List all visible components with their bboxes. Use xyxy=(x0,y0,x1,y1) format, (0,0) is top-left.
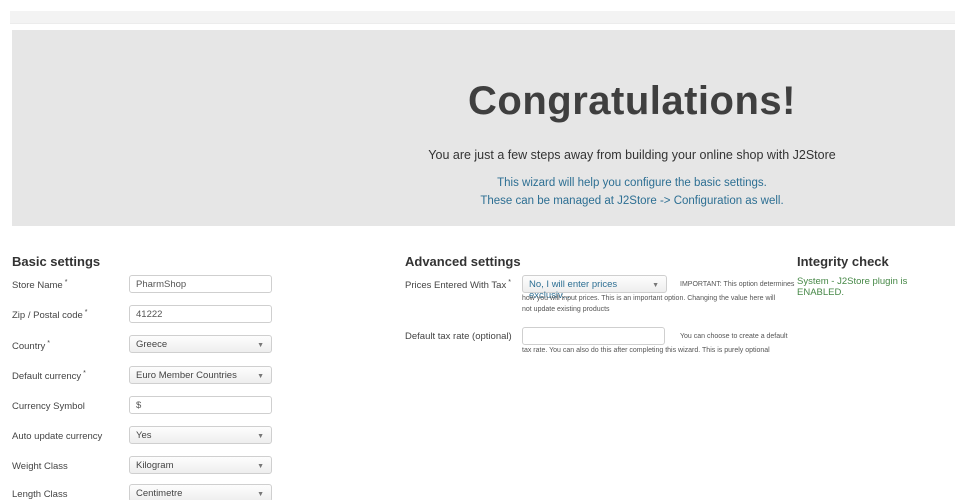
integrity-status: System - J2Store plugin is ENABLED. xyxy=(797,276,908,298)
auto-update-currency-select[interactable]: Yes ▼ xyxy=(129,426,272,444)
zip-input[interactable]: 41222 xyxy=(129,305,272,323)
weight-class-select[interactable]: Kilogram ▼ xyxy=(129,456,272,474)
basic-settings-heading: Basic settings xyxy=(12,254,101,269)
tax-rate-note-2: tax rate. You can also do this after com… xyxy=(522,347,770,354)
default-currency-label: Default currency * xyxy=(12,370,86,383)
hero-help-line-1: This wizard will help you configure the … xyxy=(497,177,767,189)
weight-class-label: Weight Class xyxy=(12,461,68,472)
prices-tax-note-2: how you will input prices. This is an im… xyxy=(522,295,776,302)
auto-update-currency-label: Auto update currency xyxy=(12,431,103,442)
currency-symbol-label: Currency Symbol xyxy=(12,401,85,412)
hero-help-line-2: These can be managed at J2Store -> Confi… xyxy=(480,195,784,207)
tax-rate-note-1: You can choose to create a default xyxy=(680,333,788,340)
chevron-down-icon: ▼ xyxy=(652,282,659,289)
prices-with-tax-label: Prices Entered With Tax * xyxy=(405,279,511,292)
chevron-down-icon: ▼ xyxy=(257,463,264,470)
prices-tax-note-1: IMPORTANT: This option determines xyxy=(680,281,795,288)
currency-symbol-input[interactable]: $ xyxy=(129,396,272,414)
hero-title: Congratulations! xyxy=(468,79,796,123)
store-name-input[interactable]: PharmShop xyxy=(129,275,272,293)
country-select[interactable]: Greece ▼ xyxy=(129,335,272,353)
length-class-select[interactable]: Centimetre ▼ xyxy=(129,484,272,500)
default-tax-rate-label: Default tax rate (optional) xyxy=(405,331,512,342)
store-name-label: Store Name * xyxy=(12,279,68,292)
welcome-banner: Congratulations! You are just a few step… xyxy=(12,30,955,226)
prices-tax-note-3: not update existing products xyxy=(522,306,610,313)
default-tax-rate-input[interactable] xyxy=(522,327,665,345)
length-class-label: Length Class xyxy=(12,489,68,500)
integrity-check-heading: Integrity check xyxy=(797,254,889,269)
hero-subtitle: You are just a few steps away from build… xyxy=(428,148,836,162)
top-toolbar xyxy=(10,11,955,24)
prices-with-tax-select[interactable]: No, I will enter prices exclusiv... ▼ xyxy=(522,275,667,301)
advanced-settings-heading: Advanced settings xyxy=(405,254,521,269)
zip-label: Zip / Postal code * xyxy=(12,309,88,322)
chevron-down-icon: ▼ xyxy=(257,342,264,349)
chevron-down-icon: ▼ xyxy=(257,433,264,440)
chevron-down-icon: ▼ xyxy=(257,491,264,498)
country-label: Country * xyxy=(12,340,50,353)
default-currency-select[interactable]: Euro Member Countries ▼ xyxy=(129,366,272,384)
chevron-down-icon: ▼ xyxy=(257,373,264,380)
